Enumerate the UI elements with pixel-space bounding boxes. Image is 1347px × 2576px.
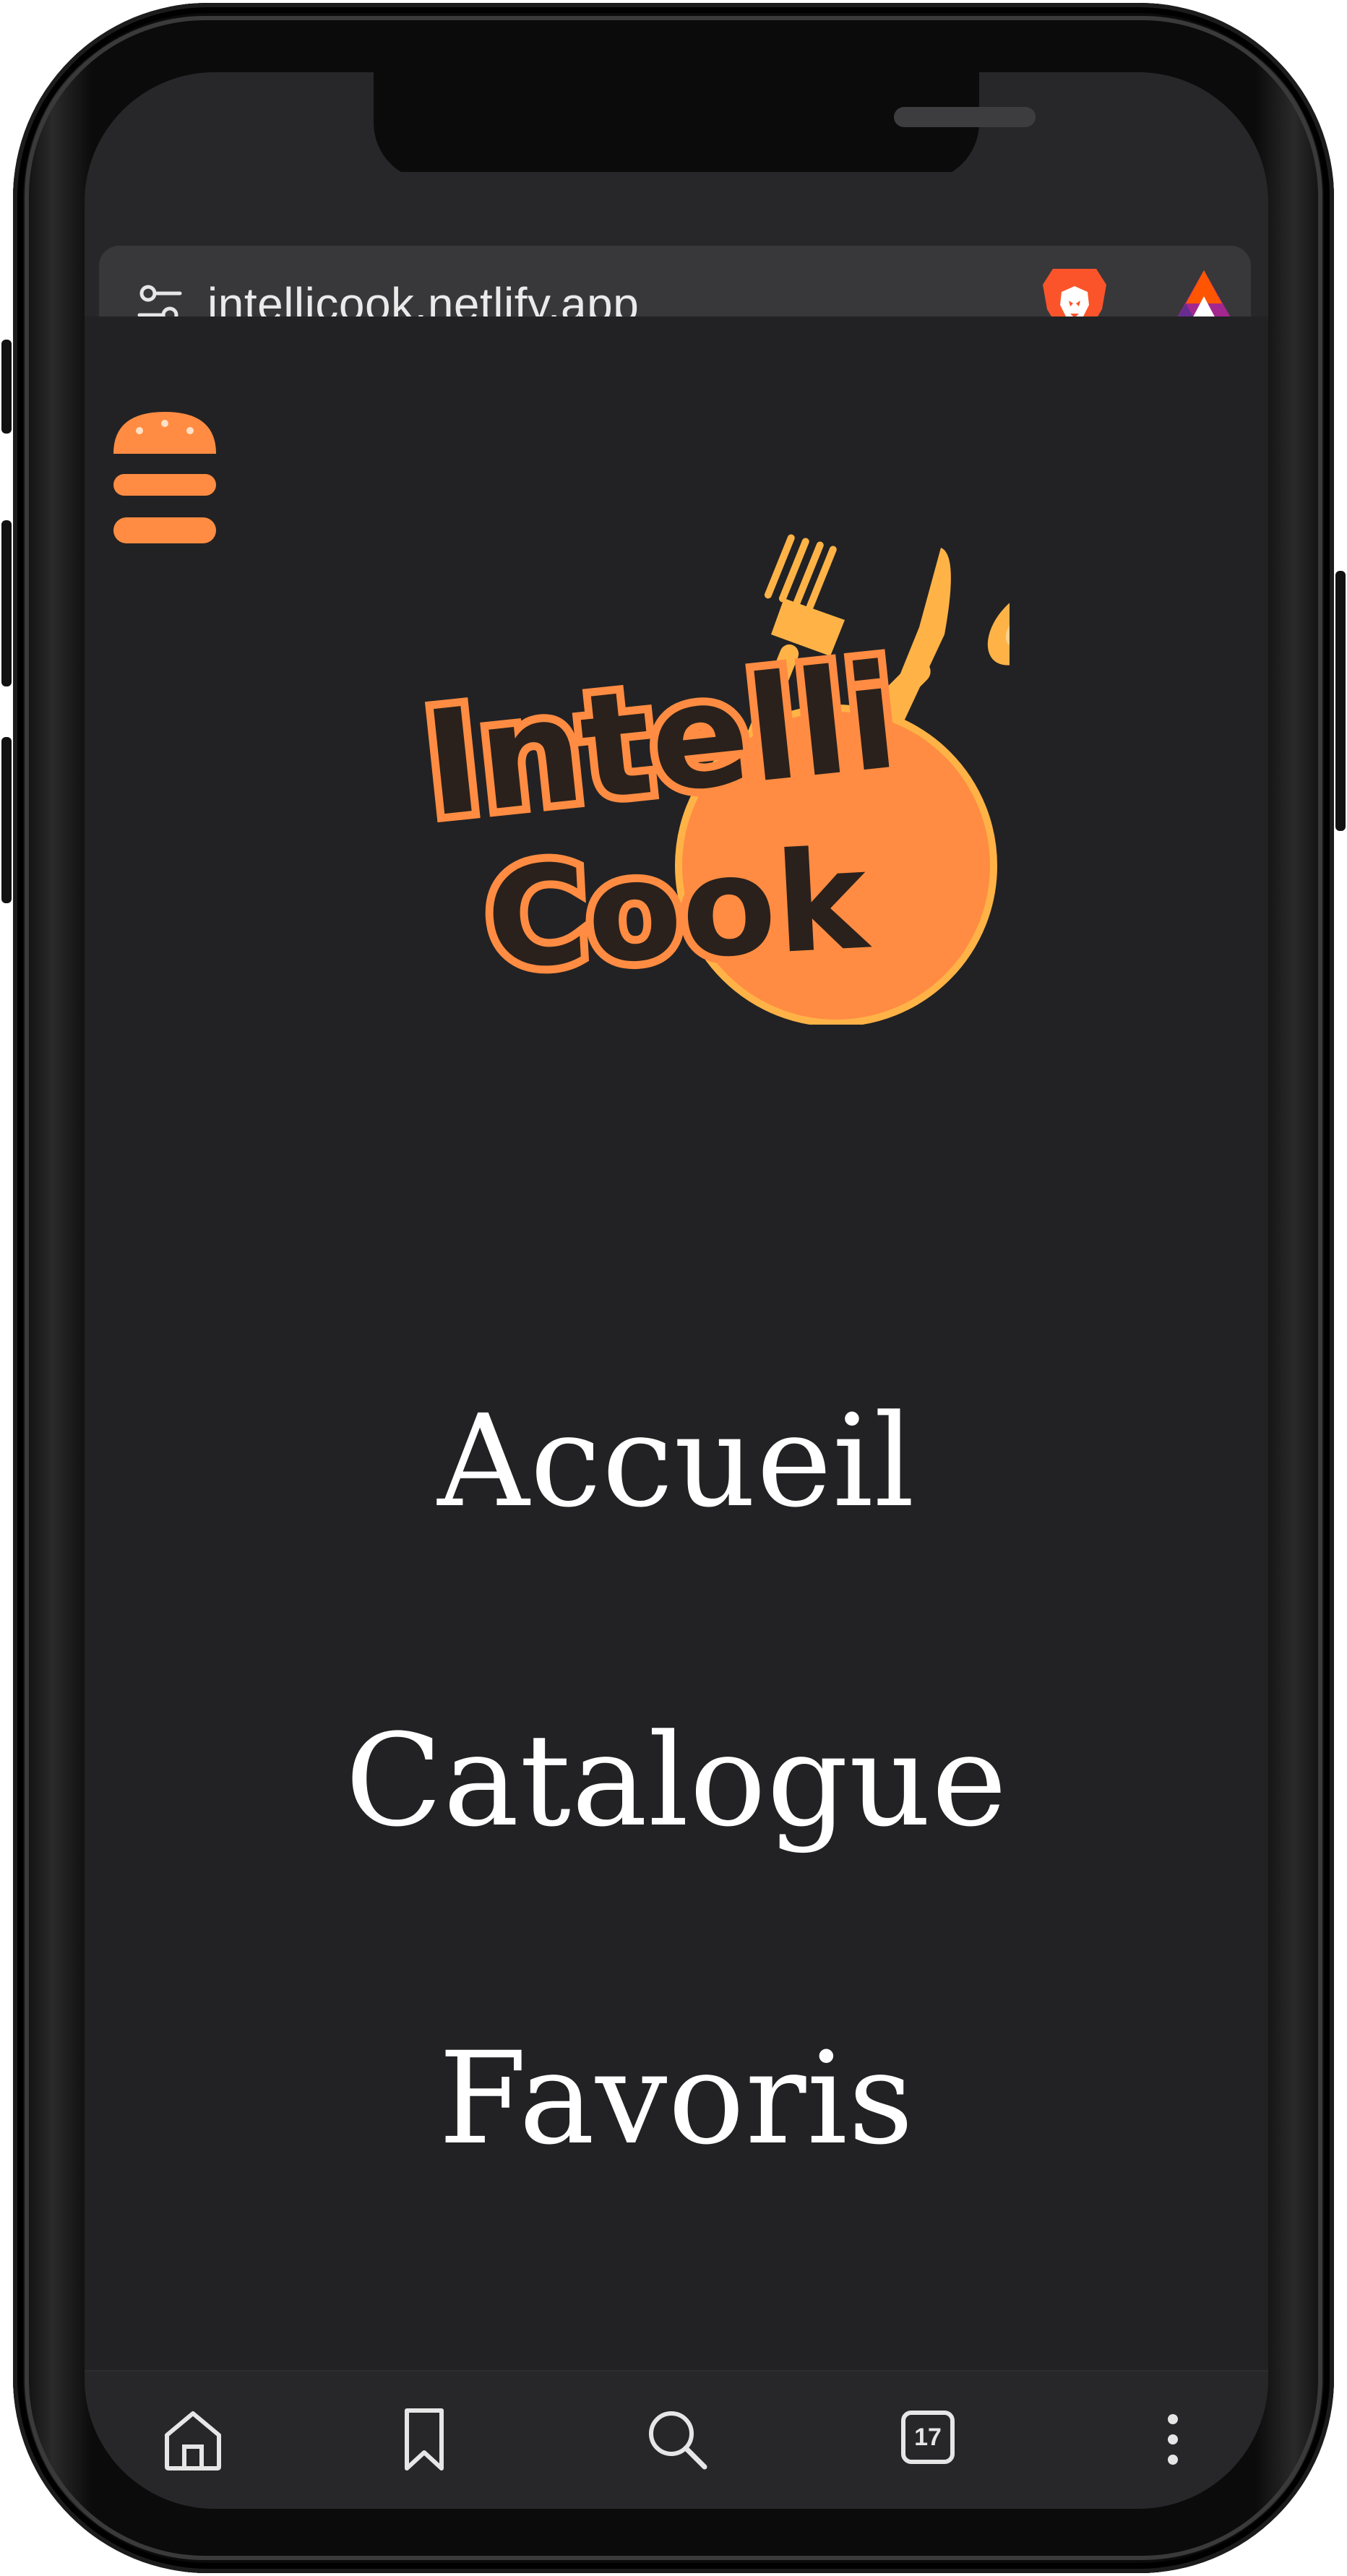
home-icon[interactable] <box>157 2403 229 2476</box>
phone-volume-up-button <box>1 520 12 686</box>
nav-link-catalogue[interactable]: Catalogue <box>85 1707 1268 1855</box>
nav-link-favoris[interactable]: Favoris <box>85 2025 1268 2173</box>
intellicook-logo[interactable]: Intelli Cook <box>388 504 1010 1025</box>
more-vertical-icon[interactable] <box>1137 2403 1209 2476</box>
earpiece-speaker <box>894 107 1036 127</box>
phone-volume-down-button <box>1 737 12 903</box>
tabs-counter-icon[interactable]: 17 <box>894 2403 966 2476</box>
search-icon[interactable] <box>641 2403 713 2476</box>
camera-notch <box>374 72 1036 181</box>
phone-side-button <box>1 340 12 434</box>
tabs-count: 17 <box>914 2424 942 2451</box>
nav-link-accueil[interactable]: Accueil <box>85 1387 1268 1535</box>
phone-power-button <box>1335 571 1346 831</box>
burger-menu-icon[interactable] <box>111 409 219 546</box>
bookmark-icon[interactable] <box>388 2403 460 2476</box>
logo-line2: Cook <box>483 819 874 999</box>
web-page: Intelli Cook Accueil Catalogue Favoris <box>85 316 1268 2383</box>
phone-screen: intellicook.netlify.app Intelli Cook Acc… <box>85 72 1268 2509</box>
browser-bottom-bar: 17 <box>85 2370 1268 2509</box>
